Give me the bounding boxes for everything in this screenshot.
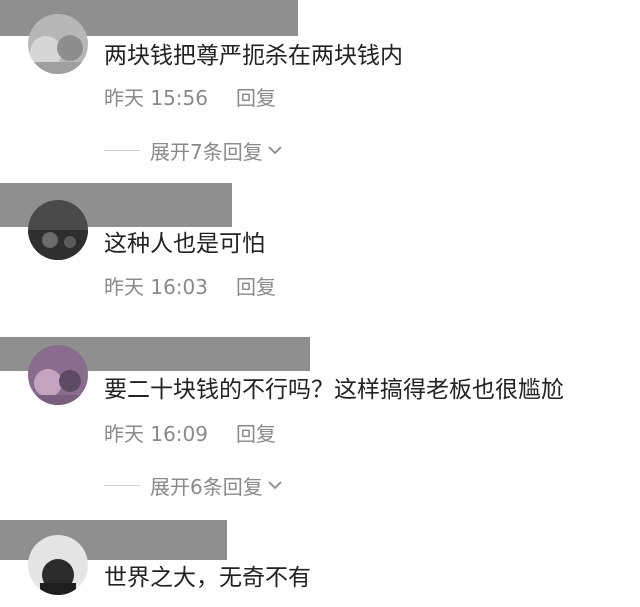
- avatar[interactable]: [28, 535, 88, 595]
- avatar[interactable]: [28, 14, 88, 74]
- comment-text: 要二十块钱的不行吗？这样搞得老板也很尴尬: [104, 377, 564, 403]
- comment-meta: 昨天 16:09 回复: [104, 422, 276, 446]
- comment-text: 两块钱把尊严扼杀在两块钱内: [104, 43, 403, 69]
- reply-button[interactable]: 回复: [236, 422, 276, 446]
- divider: [104, 484, 140, 486]
- expand-replies-button[interactable]: 展开7条回复: [104, 137, 283, 164]
- expand-replies-button[interactable]: 展开6条回复: [104, 472, 283, 499]
- comment-meta: 昨天 15:56 回复: [104, 86, 276, 110]
- timestamp: 昨天 16:09: [104, 422, 208, 446]
- timestamp: 昨天 15:56: [104, 86, 208, 110]
- reply-button[interactable]: 回复: [236, 275, 276, 299]
- expand-replies-label: 展开6条回复: [150, 474, 263, 499]
- avatar[interactable]: [28, 200, 88, 260]
- expand-replies-label: 展开7条回复: [150, 139, 263, 164]
- reply-button[interactable]: 回复: [236, 86, 276, 110]
- avatar[interactable]: [28, 345, 88, 405]
- comment-meta: 昨天 16:03 回复: [104, 275, 276, 299]
- chevron-down-icon: [268, 146, 282, 155]
- comment-text: 世界之大，无奇不有: [104, 565, 311, 591]
- chevron-down-icon: [268, 481, 282, 490]
- divider: [104, 149, 140, 151]
- comment-text: 这种人也是可怕: [104, 231, 265, 257]
- timestamp: 昨天 16:03: [104, 275, 208, 299]
